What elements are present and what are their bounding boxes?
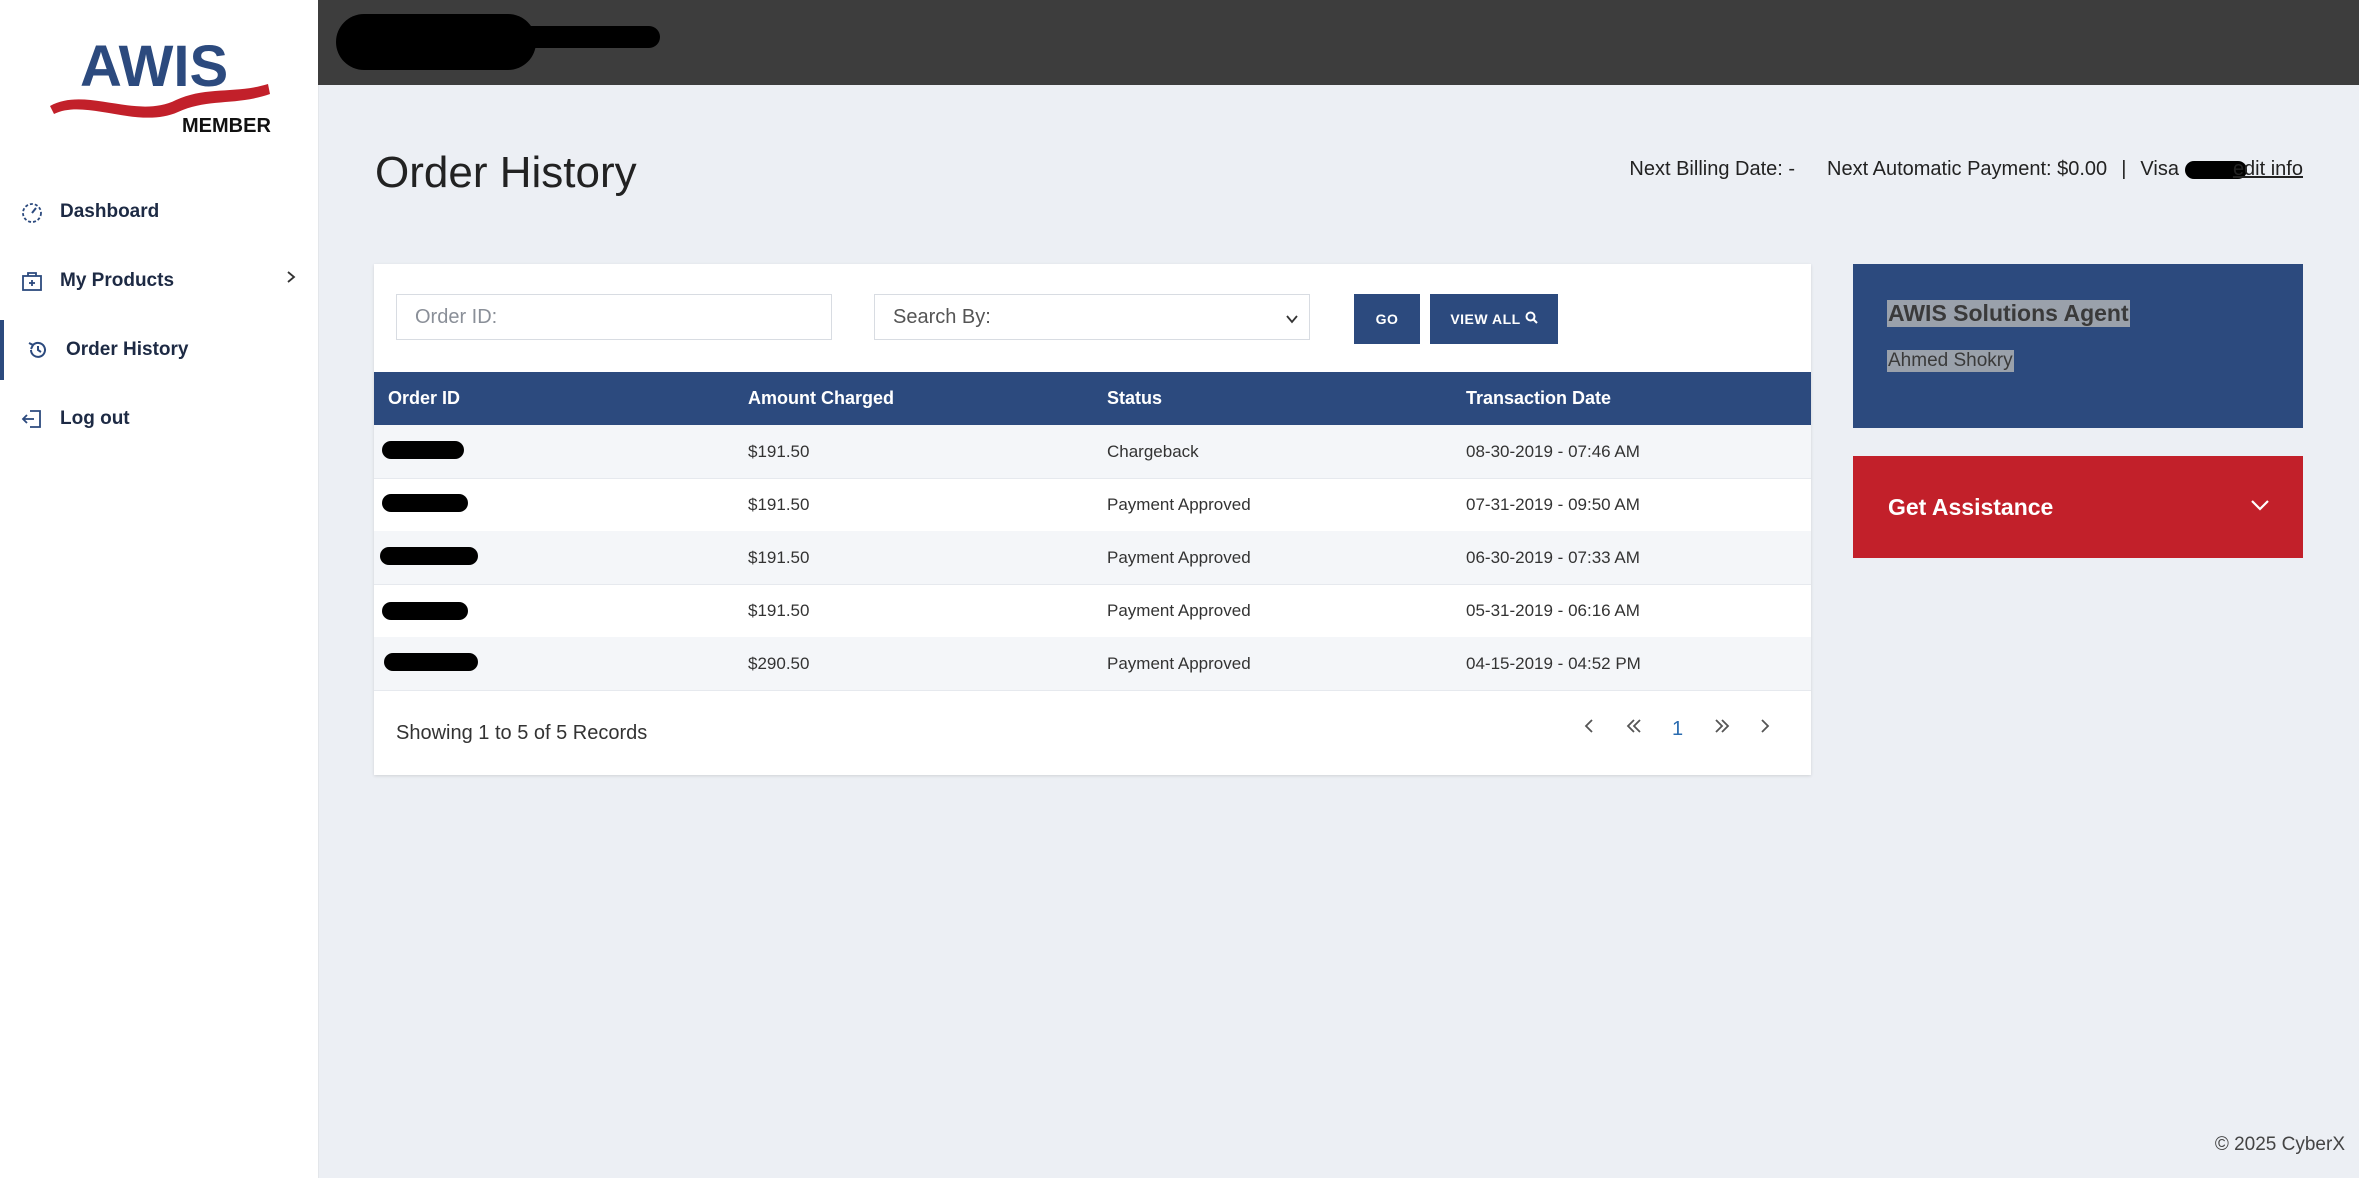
sidebar: AWIS MEMBER Dashboard My Products Order … (0, 0, 319, 1178)
solutions-agent-panel: AWIS Solutions Agent Ahmed Shokry (1853, 264, 2303, 428)
redacted-order-id (382, 602, 468, 620)
redacted-header-content (478, 26, 660, 48)
column-header-status[interactable]: Status (1107, 388, 1162, 409)
date-cell: 08-30-2019 - 07:46 AM (1466, 442, 1640, 461)
page-title: Order History (375, 148, 637, 197)
table-row[interactable]: $191.50 Chargeback 08-30-2019 - 07:46 AM (374, 425, 1811, 479)
sidebar-item-my-products[interactable]: My Products (0, 251, 318, 311)
sidebar-item-order-history[interactable]: Order History (0, 320, 322, 380)
sidebar-item-label: My Products (60, 270, 175, 291)
billing-info: Next Billing Date: - Next Automatic Paym… (1629, 158, 2303, 181)
product-box-icon (18, 267, 46, 295)
last-page-icon[interactable] (1712, 716, 1732, 742)
date-cell: 07-31-2019 - 09:50 AM (1466, 495, 1640, 514)
view-all-button[interactable]: VIEW ALL (1430, 294, 1558, 344)
column-header-amount[interactable]: Amount Charged (748, 388, 894, 409)
next-billing-date: Next Billing Date: - (1629, 158, 1796, 180)
logout-icon (18, 405, 46, 433)
redacted-order-id (384, 653, 478, 671)
next-automatic-payment: Next Automatic Payment: $0.00 (1827, 158, 2108, 180)
history-icon (24, 336, 52, 364)
edit-info-link[interactable]: edit info (2233, 158, 2303, 181)
card-brand: Visa (2140, 158, 2179, 180)
records-count: Showing 1 to 5 of 5 Records (396, 722, 648, 744)
logo-text: AWIS (80, 34, 228, 99)
go-button[interactable]: GO (1354, 294, 1420, 344)
agent-title: AWIS Solutions Agent (1887, 300, 2130, 327)
chevron-down-icon (1285, 309, 1299, 332)
awis-member-logo[interactable]: AWIS MEMBER (46, 28, 276, 138)
column-header-date[interactable]: Transaction Date (1466, 388, 1611, 409)
sidebar-item-label: Log out (60, 408, 130, 429)
table-row[interactable]: $191.50 Payment Approved 07-31-2019 - 09… (374, 478, 1811, 532)
column-header-order-id[interactable]: Order ID (388, 388, 460, 409)
first-page-icon[interactable] (1624, 716, 1644, 742)
status-cell: Payment Approved (1107, 495, 1251, 514)
amount-cell: $191.50 (748, 442, 810, 461)
amount-cell: $191.50 (748, 495, 810, 514)
sidebar-item-label: Order History (66, 339, 189, 360)
status-cell: Payment Approved (1107, 654, 1251, 673)
status-cell: Payment Approved (1107, 601, 1251, 620)
billing-separator: | (2121, 158, 2127, 180)
amount-cell: $290.50 (748, 654, 810, 673)
date-cell: 04-15-2019 - 04:52 PM (1466, 654, 1641, 673)
order-id-input[interactable]: Order ID: (396, 294, 832, 340)
agent-name: Ahmed Shokry (1887, 350, 2014, 372)
date-cell: 05-31-2019 - 06:16 AM (1466, 601, 1640, 620)
amount-cell: $191.50 (748, 548, 810, 567)
sidebar-item-dashboard[interactable]: Dashboard (0, 182, 318, 242)
get-assistance-label: Get Assistance (1888, 494, 2054, 520)
status-cell: Payment Approved (1107, 548, 1251, 567)
table-row[interactable]: $290.50 Payment Approved 04-15-2019 - 04… (374, 637, 1811, 691)
date-cell: 06-30-2019 - 07:33 AM (1466, 548, 1640, 567)
chevron-down-icon (2249, 494, 2271, 521)
page-number-current[interactable]: 1 (1672, 718, 1683, 741)
logo-subtext: MEMBER (182, 115, 271, 137)
get-assistance-accordion[interactable]: Get Assistance (1853, 456, 2303, 558)
redacted-order-id (382, 494, 468, 512)
sidebar-item-label: Dashboard (60, 201, 160, 222)
dashboard-gauge-icon (18, 198, 46, 226)
search-icon (1525, 311, 1538, 327)
status-cell: Chargeback (1107, 442, 1199, 461)
order-history-card: Order ID: Search By: GO VIEW ALL Order I… (374, 264, 1811, 775)
redacted-order-id (382, 441, 464, 459)
next-page-icon[interactable] (1758, 716, 1772, 742)
sidebar-item-logout[interactable]: Log out (0, 389, 318, 449)
view-all-label: VIEW ALL (1450, 311, 1521, 327)
amount-cell: $191.50 (748, 601, 810, 620)
redacted-order-id (380, 547, 478, 565)
previous-page-icon[interactable] (1582, 716, 1596, 742)
top-bar (318, 0, 2359, 85)
table-header: Order ID Amount Charged Status Transacti… (374, 372, 1811, 425)
table-row[interactable]: $191.50 Payment Approved 06-30-2019 - 07… (374, 531, 1811, 585)
table-row[interactable]: $191.50 Payment Approved 05-31-2019 - 06… (374, 584, 1811, 638)
search-by-select[interactable]: Search By: (874, 294, 1310, 340)
chevron-right-icon[interactable] (284, 269, 298, 291)
copyright: © 2025 CyberX (2214, 1134, 2345, 1155)
search-by-label: Search By: (893, 305, 991, 328)
